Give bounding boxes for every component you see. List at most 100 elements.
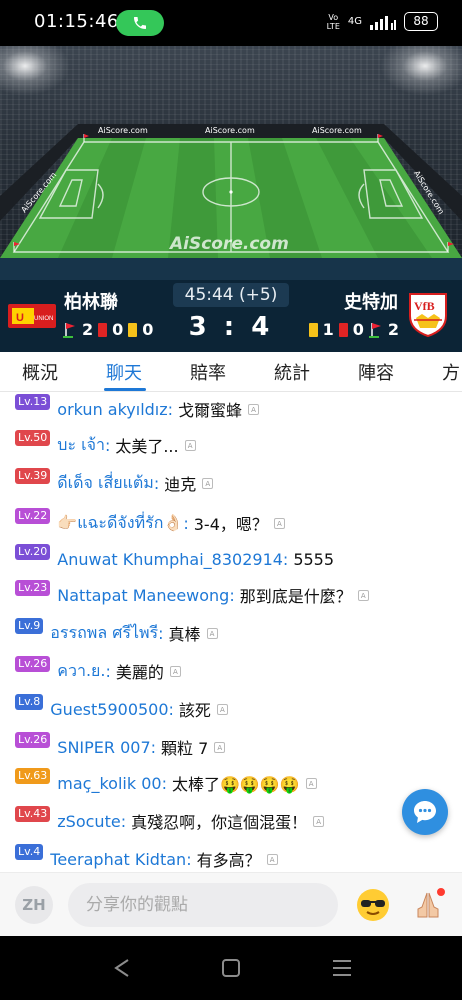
away-team-name[interactable]: 史特加: [344, 288, 398, 314]
chat-text: 那到底是什麼？: [239, 587, 352, 606]
chat-text: 真殘忍啊，你這個混蛋！: [131, 813, 308, 832]
corner-flag-icon: [368, 322, 381, 338]
chat-input-bar: ZH: [0, 872, 462, 936]
chat-text: 戈爾蜜蜂: [178, 401, 243, 420]
floating-chat-button[interactable]: [402, 789, 448, 835]
chat-username[interactable]: 👉🏻แฉะดีจังที่รัก👌🏻: [57, 511, 183, 536]
ad-board-text: AiScore.com: [205, 126, 255, 135]
phone-icon: [134, 17, 146, 29]
chat-message: Lv.22 👉🏻แฉะดีจังที่รัก👌🏻: 3-4，嗯？ A: [15, 508, 285, 536]
translate-icon[interactable]: A: [266, 853, 278, 865]
level-badge: Lv.26: [15, 656, 51, 672]
recents-nav-icon[interactable]: [332, 958, 352, 978]
tab-lineup[interactable]: 陣容: [358, 359, 394, 385]
chat-message: Lv.63 maç_kolik 00: 太棒了🤑🤑🤑🤑 A: [15, 768, 317, 796]
translate-icon[interactable]: A: [169, 665, 181, 677]
tab-overview[interactable]: 概況: [22, 359, 58, 385]
praying-hands-icon[interactable]: [410, 887, 446, 923]
status-bar: 01:15:46 Vo LTE 4G 88: [0, 0, 462, 46]
active-tab-indicator: [104, 388, 146, 391]
ad-board-text: AiScore.com: [312, 126, 362, 135]
ongoing-call-pill[interactable]: [116, 10, 164, 36]
pitch-watermark: AiScore.com: [170, 234, 289, 254]
signal-icon: [370, 15, 396, 30]
chat-username[interactable]: บะ เจ้า: [57, 433, 105, 458]
system-nav-bar: [0, 936, 462, 1000]
chat-username[interactable]: maç_kolik 00: [57, 774, 161, 793]
chat-message: Lv.23 Nattapat Maneewong: 那到底是什麼？ A: [15, 580, 369, 608]
chat-message: Lv.20 Anuwat Khumphai_8302914: 5555: [15, 544, 335, 572]
tab-chat[interactable]: 聊天: [106, 359, 142, 385]
chat-bubble-icon: [414, 801, 436, 823]
level-badge: Lv.43: [15, 806, 51, 822]
chat-text: 太美了...: [115, 437, 179, 456]
level-badge: Lv.63: [15, 768, 51, 784]
match-tabs: 概況 聊天 賠率 統計 陣容 方: [0, 352, 462, 392]
chat-username[interactable]: Teeraphat Kidtan: [50, 850, 186, 869]
red-card-icon: [338, 322, 348, 337]
home-team-name[interactable]: 柏林聯: [64, 288, 118, 314]
chat-username[interactable]: Guest5900500: [50, 700, 168, 719]
svg-text:VfB: VfB: [414, 299, 435, 313]
level-badge: Lv.50: [15, 430, 51, 446]
match-pitch-view: AiScore.com AiScore.com AiScore.com AiSc…: [0, 46, 462, 280]
chat-text: 太棒了🤑🤑🤑🤑: [171, 775, 300, 794]
language-toggle-button[interactable]: ZH: [15, 886, 53, 924]
chat-username[interactable]: ควา.ย.: [57, 659, 105, 684]
chat-username[interactable]: SNIPER 007: [57, 738, 150, 757]
translate-icon[interactable]: A: [206, 627, 218, 639]
chat-text: 迪克: [164, 475, 197, 494]
chat-username[interactable]: Anuwat Khumphai_8302914: [57, 550, 283, 569]
tab-odds[interactable]: 賠率: [190, 359, 226, 385]
away-corners: 2: [387, 320, 399, 339]
tab-more[interactable]: 方: [442, 359, 460, 385]
level-badge: Lv.20: [15, 544, 51, 560]
chat-username[interactable]: zSocute: [57, 812, 120, 831]
chat-message-input[interactable]: [68, 883, 338, 927]
chat-message: Lv.26 SNIPER 007: 顆粒 7 A: [15, 732, 226, 760]
chat-text: 真棒: [168, 625, 201, 644]
chat-username[interactable]: ดีเด็จ เสี่ยแต้ม: [57, 471, 154, 496]
volte-indicator: Vo LTE: [326, 12, 340, 31]
battery-indicator: 88: [404, 12, 438, 31]
translate-icon[interactable]: A: [248, 403, 260, 415]
translate-icon[interactable]: A: [214, 741, 226, 753]
level-badge: Lv.9: [15, 618, 44, 634]
level-badge: Lv.23: [15, 580, 51, 596]
home-nav-icon[interactable]: [222, 958, 240, 978]
level-badge: Lv.22: [15, 508, 51, 524]
chat-text: 有多高？: [196, 851, 261, 870]
chat-message: Lv.39 ดีเด็จ เสี่ยแต้ม: 迪克 A: [15, 468, 214, 496]
chat-message: Lv.26 ควา.ย.: 美麗的 A: [15, 656, 181, 684]
chat-username[interactable]: orkun akyıldız: [57, 400, 167, 419]
tab-stats[interactable]: 統計: [274, 359, 310, 385]
chat-username[interactable]: อรรถพล ศรีไพรี: [50, 621, 158, 646]
status-indicators: Vo LTE 4G 88: [327, 12, 438, 31]
back-nav-icon[interactable]: [113, 958, 131, 978]
score-bar: U UNION 柏林聯 45:44 (+5) 史特加 VfB 2 0 0 3 :…: [0, 280, 462, 352]
chat-username[interactable]: Nattapat Maneewong: [57, 586, 229, 605]
match-clock: 45:44 (+5): [173, 283, 289, 307]
translate-icon[interactable]: A: [313, 815, 325, 827]
chat-text: 美麗的: [115, 663, 164, 682]
translate-icon[interactable]: A: [184, 439, 196, 451]
chat-text: 顆粒 7: [161, 739, 209, 758]
away-red-cards: 0: [352, 320, 364, 339]
away-stats: 1 0 2: [308, 320, 399, 339]
chat-message: Lv.13 orkun akyıldız: 戈爾蜜蜂 A: [15, 394, 260, 422]
chat-text: 3-4，嗯？: [193, 515, 268, 534]
chat-message: Lv.50 บะ เจ้า: 太美了... A: [15, 430, 196, 458]
chat-text: 5555: [293, 549, 335, 569]
translate-icon[interactable]: A: [216, 703, 228, 715]
level-badge: Lv.39: [15, 468, 51, 484]
yellow-card-icon: [308, 322, 318, 337]
translate-icon[interactable]: A: [273, 517, 285, 529]
sunglasses-emoji-icon[interactable]: [355, 887, 391, 923]
translate-icon[interactable]: A: [305, 777, 317, 789]
chat-list[interactable]: Lv.13 orkun akyıldız: 戈爾蜜蜂 A Lv.50 บะ เจ…: [0, 392, 462, 872]
level-badge: Lv.26: [15, 732, 51, 748]
chat-message: Lv.4 Teeraphat Kidtan: 有多高？ A: [15, 844, 278, 872]
chat-message: Lv.43 zSocute: 真殘忍啊，你這個混蛋！ A: [15, 806, 325, 834]
translate-icon[interactable]: A: [202, 477, 214, 489]
translate-icon[interactable]: A: [357, 589, 369, 601]
